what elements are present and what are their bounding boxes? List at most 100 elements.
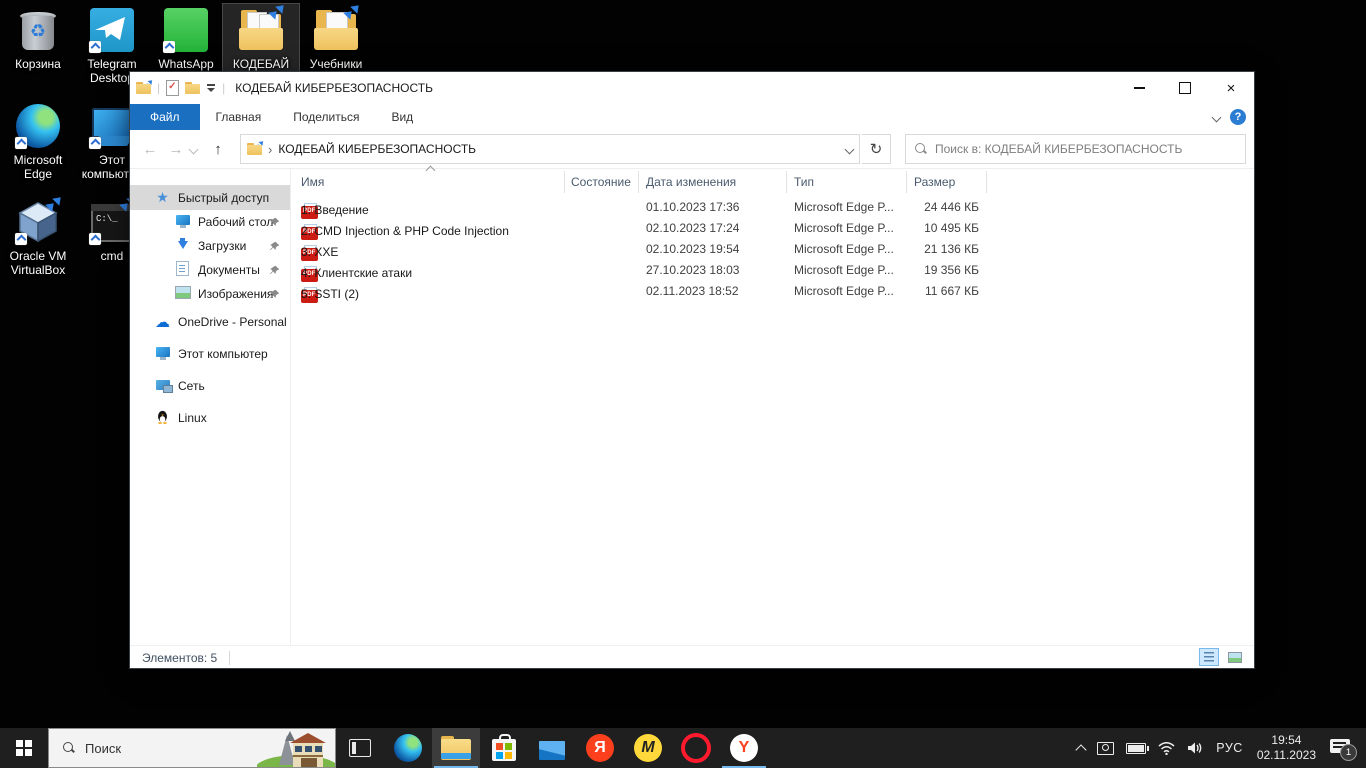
start-button[interactable] (0, 728, 48, 768)
taskbar-edge-button[interactable] (384, 728, 432, 768)
collapse-ribbon-icon[interactable] (1212, 112, 1222, 122)
pin-icon (269, 289, 280, 303)
windows-logo-icon (16, 740, 32, 756)
taskbar-yandex-button[interactable]: Я (576, 728, 624, 768)
sidebar-item-onedrive[interactable]: ☁ OneDrive - Personal (130, 306, 290, 338)
shortcut-arrow-icon (15, 137, 27, 149)
tray-wifi-button[interactable] (1152, 728, 1181, 768)
title-bar: | ✓ | КОДЕБАЙ КИБЕРБЕЗОПАСНОСТЬ × (130, 72, 1254, 104)
pin-icon (269, 265, 280, 279)
up-button[interactable]: ↑ (206, 141, 230, 158)
date: 02.11.2023 (1257, 748, 1316, 762)
sidebar-item-pictures[interactable]: Изображения (130, 282, 290, 306)
task-view-icon (349, 739, 371, 757)
close-button[interactable]: × (1208, 72, 1254, 104)
desktop-icon-uchebniki[interactable]: PDF Учебники (298, 4, 374, 73)
recent-locations-dropdown[interactable] (190, 142, 204, 156)
clock[interactable]: 19:54 02.11.2023 (1249, 728, 1324, 768)
edge-icon (14, 102, 62, 150)
taskbar-store-button[interactable] (480, 728, 528, 768)
pictures-icon (174, 286, 191, 302)
help-button[interactable]: ? (1230, 109, 1246, 125)
taskbar-yandex-browser-button[interactable]: Y (720, 728, 768, 768)
taskbar-mail-button[interactable] (528, 728, 576, 768)
column-header-size[interactable]: Размер (914, 175, 955, 189)
tab-home[interactable]: Главная (200, 104, 278, 130)
back-button[interactable]: ← (138, 141, 162, 158)
time: 19:54 (1271, 733, 1301, 747)
column-header-modified[interactable]: Дата изменения (646, 175, 736, 189)
file-row[interactable]: PDF3. XXE 02.10.2023 19:54 Microsoft Edg… (291, 239, 1254, 260)
linux-penguin-icon (154, 409, 171, 427)
desktop-icon-kodebai[interactable]: PDF PDF КОДЕБАЙ (223, 4, 299, 73)
customize-toolbar-dropdown[interactable] (206, 83, 216, 93)
shortcut-arrow-icon (89, 137, 101, 149)
tray-display-button[interactable] (1091, 728, 1120, 768)
forward-button[interactable]: → (164, 141, 188, 158)
search-input[interactable]: Поиск в: КОДЕБАЙ КИБЕРБЕЗОПАСНОСТЬ (905, 134, 1246, 164)
onedrive-cloud-icon: ☁ (154, 313, 171, 331)
desktop-icon-edge[interactable]: Microsoft Edge (0, 100, 76, 183)
navigation-bar: ← → ↑ › КОДЕБАЙ КИБЕРБЕЗОПАСНОСТЬ ↻ Поис… (130, 130, 1254, 169)
file-explorer-icon (441, 736, 471, 760)
refresh-button[interactable]: ↻ (862, 134, 891, 164)
explorer-window: | ✓ | КОДЕБАЙ КИБЕРБЕЗОПАСНОСТЬ × Файл Г… (130, 72, 1254, 668)
language-indicator[interactable]: РУС (1210, 728, 1249, 768)
sidebar-item-documents[interactable]: Документы (130, 258, 290, 282)
notification-badge: 1 (1340, 744, 1357, 761)
shortcut-arrow-icon (15, 233, 27, 245)
taskbar-search-input[interactable]: Поиск (48, 728, 336, 768)
sidebar-item-desktop[interactable]: Рабочий стол (130, 210, 290, 234)
battery-icon (1126, 743, 1146, 754)
notification-center-button[interactable]: 1 (1324, 728, 1362, 768)
taskbar-explorer-button[interactable] (432, 728, 480, 768)
desktop-icon-recycle-bin[interactable]: ♻ Корзина (0, 4, 76, 73)
breadcrumb[interactable]: КОДЕБАЙ КИБЕРБЕЗОПАСНОСТЬ (278, 142, 840, 156)
tray-battery-button[interactable] (1120, 728, 1152, 768)
search-highlight-image (257, 729, 335, 768)
desktop-icon-whatsapp[interactable]: WhatsApp (148, 4, 224, 73)
sidebar-item-network[interactable]: Сеть (130, 370, 290, 402)
shortcut-arrow-icon (163, 41, 175, 53)
desktop-icon-virtualbox[interactable]: Oracle VM VirtualBox (0, 196, 76, 279)
sidebar-item-this-pc[interactable]: Этот компьютер (130, 338, 290, 370)
minimize-button[interactable] (1116, 72, 1162, 104)
address-dropdown-icon[interactable] (845, 144, 855, 154)
search-icon (63, 742, 75, 754)
column-header-name[interactable]: Имя (301, 175, 324, 189)
desktop: ♻ Корзина Telegram Desktop WhatsApp PDF … (0, 0, 1366, 768)
tab-view[interactable]: Вид (375, 104, 429, 130)
thumbnails-view-button[interactable] (1226, 649, 1244, 665)
task-view-button[interactable] (336, 728, 384, 768)
notification-icon: 1 (1330, 739, 1352, 757)
taskbar-yellow-m-button[interactable]: M (624, 728, 672, 768)
yandex-browser-icon: Y (730, 734, 758, 762)
tray-volume-button[interactable] (1181, 728, 1210, 768)
maximize-button[interactable] (1162, 72, 1208, 104)
sidebar-item-downloads[interactable]: Загрузки (130, 234, 290, 258)
folder-pdf-icon: PDF PDF (237, 6, 285, 54)
tab-file[interactable]: Файл (130, 104, 200, 130)
microsoft-store-icon (492, 739, 516, 761)
details-view-button[interactable] (1200, 649, 1218, 665)
pin-icon (269, 241, 280, 255)
tray-chevron-button[interactable] (1071, 728, 1091, 768)
column-header-type[interactable]: Тип (794, 175, 814, 189)
new-folder-button[interactable] (185, 82, 200, 94)
status-bar: Элементов: 5 (130, 645, 1254, 670)
column-header-status[interactable]: Состояние (571, 175, 631, 189)
quick-access-star-icon: ★ (154, 189, 171, 206)
address-bar[interactable]: › КОДЕБАЙ КИБЕРБЕЗОПАСНОСТЬ (240, 134, 860, 164)
sidebar-item-quick-access[interactable]: ★ Быстрый доступ (130, 185, 290, 210)
telegram-icon (88, 6, 136, 54)
mail-icon (539, 741, 565, 760)
properties-button[interactable]: ✓ (166, 80, 179, 96)
file-row[interactable]: PDF4. Клиентские атаки 27.10.2023 18:03 … (291, 260, 1254, 281)
file-row[interactable]: PDF2. CMD Injection & PHP Code Injection… (291, 218, 1254, 239)
file-row[interactable]: PDF1. Введение 01.10.2023 17:36 Microsof… (291, 197, 1254, 218)
sidebar-item-linux[interactable]: Linux (130, 402, 290, 434)
tab-share[interactable]: Поделиться (277, 104, 375, 130)
taskbar-opera-button[interactable] (672, 728, 720, 768)
cmd-icon: C:\_ (88, 198, 136, 246)
file-row[interactable]: PDF5. SSTI (2) 02.11.2023 18:52 Microsof… (291, 281, 1254, 302)
